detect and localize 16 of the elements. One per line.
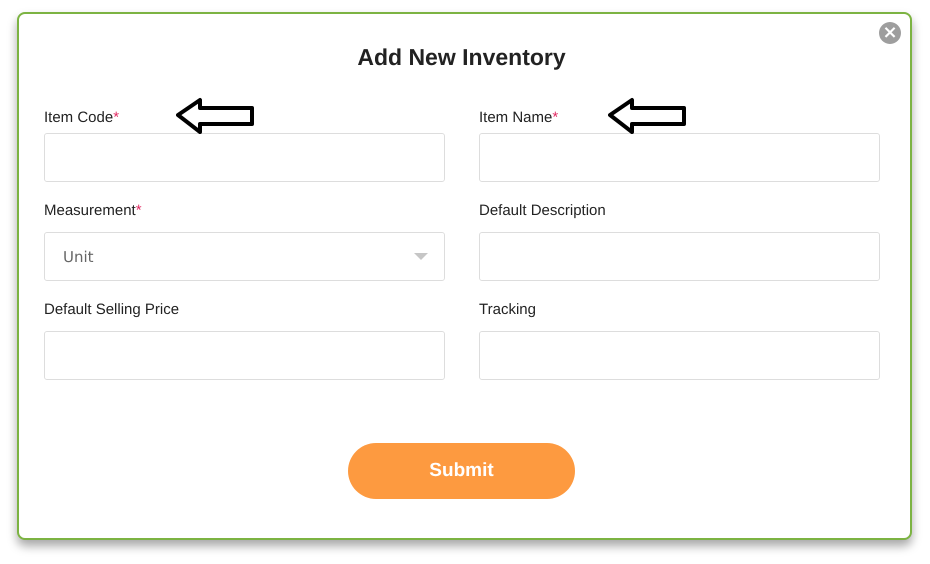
measurement-dropdown[interactable]: Unit <box>44 232 445 281</box>
submit-button[interactable]: Submit <box>348 443 575 499</box>
field-label: Item Code* <box>44 108 120 126</box>
close-button[interactable]: × <box>879 22 901 44</box>
input-field[interactable] <box>44 331 445 380</box>
input-field[interactable] <box>44 133 445 182</box>
caret-icon <box>414 252 428 260</box>
input-field[interactable] <box>479 232 880 281</box>
field-label: Measurement* <box>44 202 142 218</box>
field-label: Default Description <box>479 202 606 218</box>
field-label: Item Name* <box>479 108 558 126</box>
dialog-title: Add New Inventory <box>356 44 567 71</box>
field-label: Tracking <box>479 300 536 318</box>
input-field[interactable] <box>479 133 880 182</box>
input-field[interactable] <box>479 331 880 380</box>
field-label: Default Selling Price <box>44 300 180 318</box>
